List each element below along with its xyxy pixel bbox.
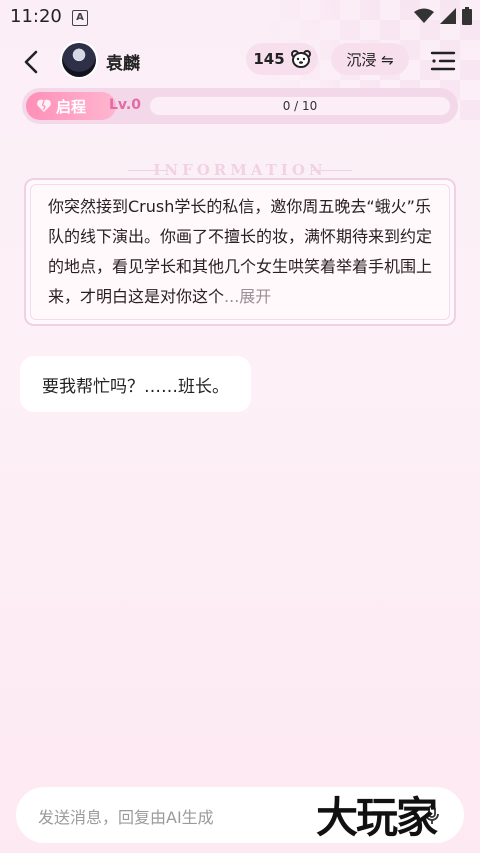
stage-badge: 启程 (26, 92, 116, 120)
scenario-text: 你突然接到Crush学长的私信，邀你周五晚去“蛾火”乐队的线下演出。你画了不擅长… (48, 192, 444, 312)
immersive-mode-label: 沉浸 ⇋ (346, 50, 394, 69)
scenario-card[interactable]: 你突然接到Crush学长的私信，邀你周五晚去“蛾火”乐队的线下演出。你画了不擅长… (24, 178, 456, 326)
system-icons (414, 7, 472, 25)
status-time: 11:20 (10, 6, 62, 27)
avatar[interactable] (62, 43, 96, 77)
chat-message-text: 要我帮忙吗？……班长。 (42, 376, 229, 397)
expand-link[interactable]: 展开 (239, 287, 271, 306)
battery-icon (462, 7, 472, 25)
info-title: INFORMATION (153, 161, 327, 179)
level-label: Lv.0 (109, 97, 141, 113)
menu-icon[interactable] (430, 48, 456, 74)
level-progress-text: 0 / 10 (282, 99, 318, 113)
wifi-icon (414, 8, 434, 23)
status-badge: A (72, 10, 88, 26)
chevron-left-icon[interactable] (18, 48, 46, 76)
chat-header: 袁麟 145 沉浸 ⇋ (0, 40, 480, 82)
message-input-placeholder: 发送消息，回复由AI生成 (38, 808, 214, 827)
character-name[interactable]: 袁麟 (106, 49, 140, 74)
chat-message[interactable]: 要我帮忙吗？……班长。 (20, 356, 251, 412)
level-progress: 0 / 10 (150, 97, 450, 115)
relationship-level-bar[interactable]: 启程 Lv.0 0 / 10 (22, 88, 458, 124)
immersive-mode-toggle[interactable]: 沉浸 ⇋ (331, 43, 409, 75)
intimacy-count-button[interactable]: 145 (246, 43, 318, 75)
bear-icon (290, 50, 311, 68)
broken-heart-icon (37, 99, 51, 112)
signal-icon (440, 8, 456, 24)
status-bar: 11:20 A (0, 0, 480, 34)
intimacy-count: 145 (253, 50, 285, 68)
ellipsis: ... (224, 287, 240, 306)
watermark-logo: 大玩家 (316, 793, 438, 842)
stage-label: 启程 (56, 97, 87, 116)
